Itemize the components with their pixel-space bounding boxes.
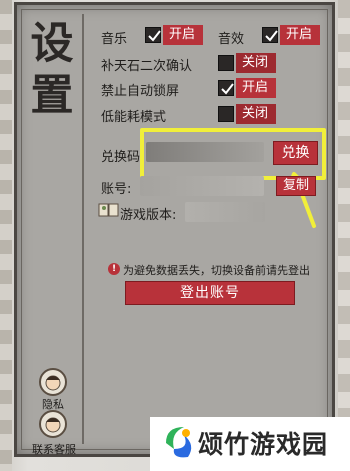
panel-divider <box>82 14 84 444</box>
redeem-label: 兑换码 <box>101 150 141 165</box>
account-label: 账号: <box>101 182 132 197</box>
music-checkbox[interactable] <box>145 27 161 43</box>
checkmark-icon <box>221 83 234 95</box>
privacy-icon[interactable] <box>39 368 67 396</box>
lowpower-toggle-label[interactable]: 关闭 <box>236 104 276 124</box>
sfx-checkbox[interactable] <box>262 27 278 43</box>
music-toggle-label[interactable]: 开启 <box>163 25 203 45</box>
checkmark-icon <box>265 30 278 42</box>
confirm-checkbox[interactable] <box>218 55 234 71</box>
confirm-toggle-label[interactable]: 关闭 <box>236 53 276 73</box>
game-background: 设置 音乐 开启 音效 开启 补天石二次确认 关闭 禁止自动锁屏 开启 低能耗模… <box>0 0 350 471</box>
watermark-text: 颂竹游戏园 <box>198 430 329 459</box>
sfx-label: 音效 <box>218 32 245 47</box>
lowpower-checkbox[interactable] <box>218 106 234 122</box>
face-icon <box>45 417 61 433</box>
autolock-toggle-label[interactable]: 开启 <box>236 78 276 98</box>
warning-text: 为避免数据丢失，切换设备前请先登出 <box>123 264 310 277</box>
music-label: 音乐 <box>101 32 128 47</box>
background-decoration-right <box>338 0 350 471</box>
support-label[interactable]: 联系客服 <box>30 441 78 457</box>
version-value <box>185 202 265 222</box>
autolock-label: 禁止自动锁屏 <box>101 84 180 99</box>
account-value <box>140 176 264 196</box>
sfx-toggle-label[interactable]: 开启 <box>280 25 320 45</box>
exclamation-icon: ! <box>108 263 120 275</box>
checkmark-icon <box>148 30 161 42</box>
logout-button[interactable]: 登出账号 <box>125 281 295 305</box>
watermark-logo-icon <box>166 427 192 458</box>
background-decoration-left <box>0 0 12 471</box>
version-label: 游戏版本: <box>120 208 177 223</box>
page-title: 设置 <box>30 19 76 121</box>
confirm-label: 补天石二次确认 <box>101 59 193 74</box>
book-icon <box>98 203 119 217</box>
support-icon[interactable] <box>39 410 67 438</box>
watermark: 颂竹游戏园 <box>150 417 350 471</box>
lowpower-label: 低能耗模式 <box>101 110 167 125</box>
face-icon <box>45 375 61 391</box>
autolock-checkbox[interactable] <box>218 80 234 96</box>
copy-button[interactable]: 复制 <box>276 176 316 196</box>
